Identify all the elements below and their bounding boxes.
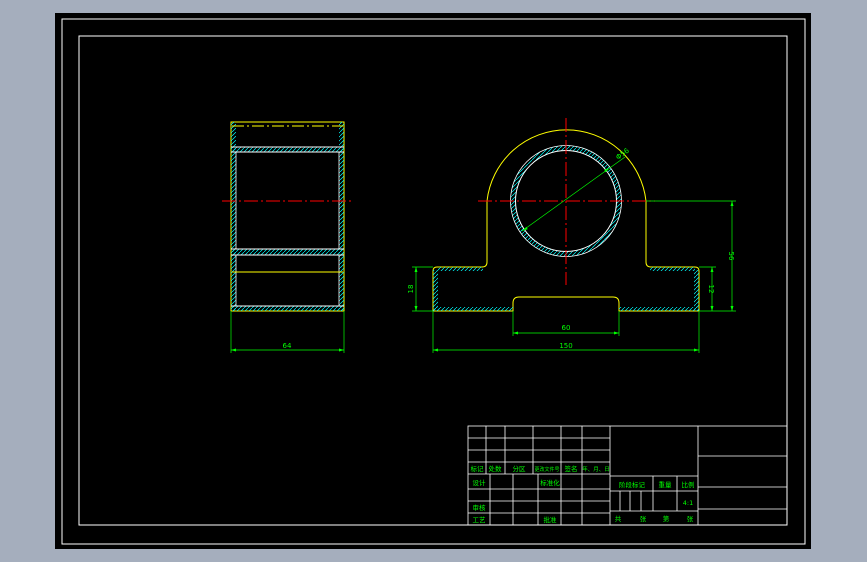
tb-label-page: 第 [663, 514, 670, 523]
dim-side-width: 64 [283, 342, 292, 350]
drawing-canvas: 64 Φ56 56 12 18 60 150 标记 处数 分区 更改文件号 签名… [55, 13, 811, 549]
base-hatch-left [433, 307, 513, 311]
dim-total-height: 56 [727, 252, 735, 261]
dim-base-height-left: 18 [407, 285, 415, 294]
tb-scale-value: 4:1 [683, 499, 693, 507]
tb-label-sheets: 张 [640, 514, 647, 523]
tb-label-mark: 标记 [471, 464, 485, 473]
base-hatch-right [619, 307, 699, 311]
tb-label-total: 共 [615, 514, 622, 523]
tb-label-weight: 重量 [659, 481, 673, 489]
dim-bottom-slot: 60 [562, 324, 571, 332]
tb-label-sign: 签名 [565, 464, 578, 473]
side-hatch-bottom [231, 306, 344, 311]
tb-label-review: 审核 [473, 503, 487, 512]
dim-base-height-right: 12 [707, 285, 715, 294]
dim-base-length: 150 [559, 342, 572, 350]
side-hatch-mid [231, 249, 344, 255]
side-hatch-top [231, 147, 344, 152]
tb-label-date: 年、月、日 [582, 465, 610, 473]
tb-label-standardize: 标准化 [540, 478, 560, 487]
tb-label-stage-mark: 阶段标记 [619, 480, 646, 489]
tb-label-change-doc: 更改文件号 [534, 466, 559, 473]
cad-viewport[interactable]: 64 Φ56 56 12 18 60 150 标记 处数 分区 更改文件号 签名… [0, 0, 867, 562]
tb-label-design: 设计 [473, 478, 487, 487]
tb-label-approve: 批准 [544, 515, 558, 524]
tb-label-sheet: 张 [687, 514, 694, 523]
tb-label-count: 处数 [489, 464, 503, 473]
tb-label-zone: 分区 [513, 464, 527, 473]
tb-label-process: 工艺 [473, 516, 487, 524]
tb-label-scale: 比例 [682, 480, 695, 489]
